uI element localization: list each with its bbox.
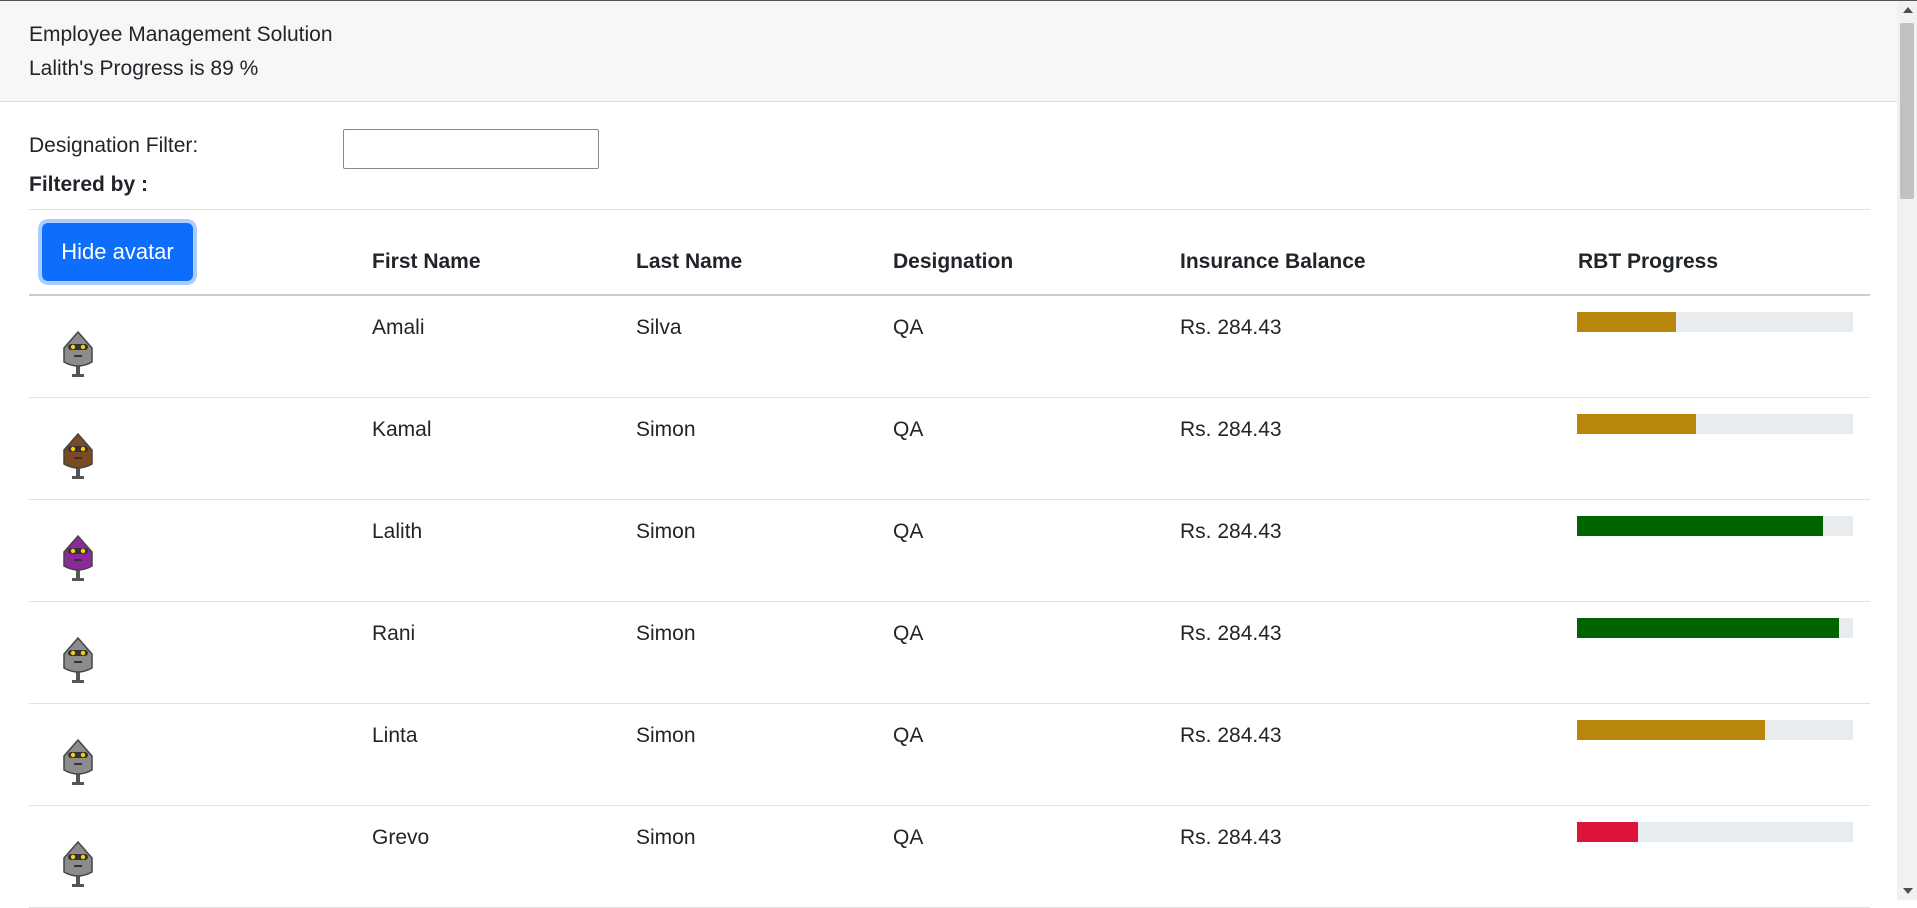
filter-divider: [29, 209, 1870, 210]
cell-designation: QA: [893, 724, 924, 747]
cell-designation: QA: [893, 520, 924, 543]
vertical-scrollbar[interactable]: [1897, 1, 1917, 900]
rbt-progress-bar: [1577, 414, 1853, 434]
designation-filter-label: Designation Filter:: [29, 134, 199, 157]
rbt-progress-fill: [1577, 516, 1823, 536]
rbt-progress-bar: [1577, 312, 1853, 332]
table-header-divider: [29, 294, 1870, 296]
app-title: Employee Management Solution: [29, 23, 333, 46]
rbt-progress-fill: [1577, 822, 1638, 842]
rbt-progress-fill: [1577, 720, 1765, 740]
cell-designation: QA: [893, 622, 924, 645]
rbt-progress-bar: [1577, 618, 1853, 638]
column-header-insurance-balance: Insurance Balance: [1180, 250, 1366, 273]
scrollbar-thumb[interactable]: [1900, 23, 1914, 199]
cell-last: Simon: [636, 622, 696, 645]
filtered-by-label: Filtered by :: [29, 173, 149, 196]
scroll-up-arrow-icon[interactable]: [1903, 7, 1913, 13]
cell-designation: QA: [893, 418, 924, 441]
gray-robot-avatar: [50, 832, 110, 892]
rbt-progress-bar: [1577, 822, 1853, 842]
gray-robot-avatar: [50, 322, 110, 382]
rbt-progress-fill: [1577, 414, 1696, 434]
cell-last: Simon: [636, 826, 696, 849]
rbt-progress-bar: [1577, 516, 1853, 536]
cell-first: Kamal: [372, 418, 432, 441]
cell-first: Linta: [372, 724, 418, 747]
purple-robot-avatar: [50, 526, 110, 586]
gray-robot-avatar: [50, 628, 110, 688]
rbt-progress-fill: [1577, 618, 1840, 638]
progress-summary: Lalith's Progress is 89 %: [29, 57, 259, 80]
column-header-first-name: First Name: [372, 250, 481, 273]
hide-avatar-button[interactable]: Hide avatar: [42, 223, 193, 281]
cell-first: Rani: [372, 622, 416, 645]
cell-insurance: Rs. 284.43: [1180, 826, 1282, 849]
cell-last: Simon: [636, 418, 696, 441]
gray-robot-avatar: [50, 730, 110, 790]
cell-insurance: Rs. 284.43: [1180, 724, 1282, 747]
scroll-down-arrow-icon[interactable]: [1903, 888, 1913, 894]
cell-insurance: Rs. 284.43: [1180, 418, 1282, 441]
cell-first: Grevo: [372, 826, 430, 849]
page-header: Employee Management Solution Lalith's Pr…: [0, 1, 1897, 102]
designation-filter-input[interactable]: [343, 129, 599, 169]
column-header-last-name: Last Name: [636, 250, 743, 273]
cell-last: Simon: [636, 724, 696, 747]
cell-insurance: Rs. 284.43: [1180, 520, 1282, 543]
column-header-rbt-progress: RBT Progress: [1578, 250, 1719, 273]
cell-designation: QA: [893, 826, 924, 849]
row-divider: [29, 703, 1870, 704]
brown-robot-avatar: [50, 424, 110, 484]
row-divider: [29, 805, 1870, 806]
row-divider: [29, 499, 1870, 500]
cell-first: Lalith: [372, 520, 423, 543]
cell-designation: QA: [893, 316, 924, 339]
column-header-designation: Designation: [893, 250, 1014, 273]
cell-insurance: Rs. 284.43: [1180, 316, 1282, 339]
rbt-progress-bar: [1577, 720, 1853, 740]
cell-insurance: Rs. 284.43: [1180, 622, 1282, 645]
cell-last: Simon: [636, 520, 696, 543]
cell-first: Amali: [372, 316, 425, 339]
row-divider: [29, 601, 1870, 602]
row-divider: [29, 397, 1870, 398]
rbt-progress-fill: [1577, 312, 1677, 332]
cell-last: Silva: [636, 316, 682, 339]
